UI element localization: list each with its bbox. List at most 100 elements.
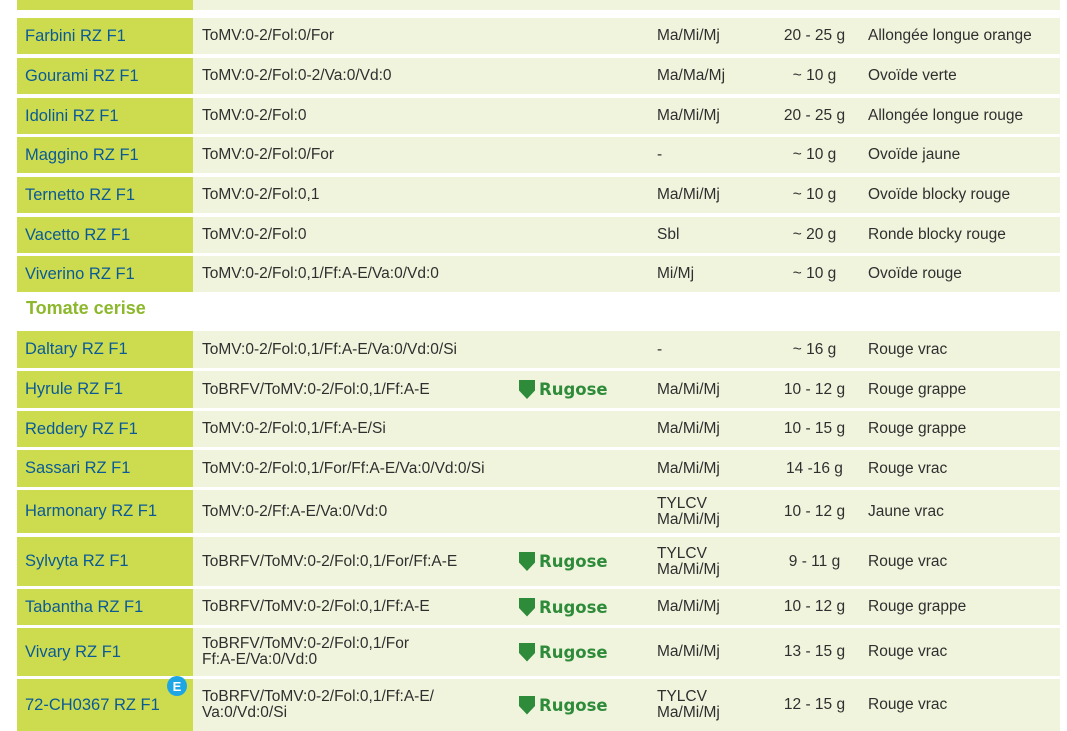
previous-row-name-cell — [17, 0, 193, 10]
rugose-badge: Rugose — [519, 679, 608, 731]
rugose-badge: Rugose — [519, 537, 608, 586]
resistance-code: ToMV:0-2/Fol:0,1/For/Ff:A-E/Va:0/Vd:0/Si — [202, 459, 485, 477]
fruit-type: Rouge vrac — [868, 643, 948, 660]
table-row: Farbini RZ F1 ToMV:0-2/Fol:0/For Ma/Mi/Mj 2… — [17, 18, 1060, 54]
ir-resistance: Sbl — [657, 226, 680, 243]
resistance-code: ToMV:0-2/Fol:0,1/Ff:A-E/Va:0/Vd:0/Si — [202, 340, 457, 358]
fruit-weight: ~ 20 g — [792, 226, 837, 243]
variety-name: Hyrule RZ F1 — [17, 371, 193, 408]
ir-resistance: TYLCV Ma/Mi/Mj — [657, 544, 720, 578]
table-row: Sassari RZ F1 ToMV:0-2/Fol:0,1/For/Ff:A-E… — [17, 450, 1060, 487]
fruit-weight: ~ 16 g — [792, 340, 837, 358]
ir-resistance: Ma/Mi/Mj — [657, 598, 720, 615]
resistance-code: ToBRFV/ToMV:0-2/Fol:0,1/For Ff:A-E/Va:0/… — [202, 635, 410, 668]
shield-icon — [519, 552, 535, 571]
resistance-code: ToMV:0-2/Fol:0/For — [202, 27, 335, 44]
resistance-code: ToMV:0-2/Ff:A-E/Va:0/Vd:0 — [202, 502, 388, 520]
fruit-weight: 20 - 25 g — [783, 107, 846, 124]
variety-name: Reddery RZ F1 — [17, 411, 193, 447]
fruit-type: Ovoïde verte — [868, 67, 957, 84]
rugose-badge: Rugose — [519, 371, 608, 408]
fruit-weight: 10 - 12 g — [783, 598, 846, 615]
fruit-type: Rouge grappe — [868, 380, 967, 398]
shield-icon — [519, 642, 535, 662]
fruit-weight: 10 - 15 g — [783, 420, 846, 437]
previous-row-strip — [17, 0, 1060, 10]
shield-icon — [519, 597, 535, 617]
e-marker-badge: E — [167, 676, 187, 696]
fruit-weight: 9 - 11 g — [788, 552, 841, 570]
table-row: Vacetto RZ F1 ToMV:0-2/Fol:0 Sbl ~ 20 g Rond… — [17, 217, 1060, 253]
section-title-tomate-cerise: Tomate cerise — [26, 298, 146, 318]
fruit-weight: ~ 10 g — [792, 186, 837, 203]
table-row: Hyrule RZ F1 ToBRFV/ToMV:0-2/Fol:0,1/Ff:A… — [17, 371, 1060, 408]
variety-name: Vacetto RZ F1 — [17, 217, 193, 253]
variety-name: Sassari RZ F1 — [17, 450, 193, 487]
rugose-badge: Rugose — [519, 628, 608, 676]
ir-resistance: TYLCV Ma/Mi/Mj — [657, 688, 720, 721]
ir-resistance: - — [657, 340, 663, 358]
fruit-weight: 14 -16 g — [786, 459, 843, 477]
variety-name: Ternetto RZ F1 — [17, 177, 193, 213]
resistance-code: ToBRFV/ToMV:0-2/Fol:0,1/Ff:A-E — [202, 380, 430, 398]
rugose-label: Rugose — [539, 695, 608, 715]
fruit-type: Rouge vrac — [868, 459, 948, 477]
fruit-type: Allongée longue orange — [868, 27, 1032, 44]
fruit-type: Jaune vrac — [868, 502, 944, 520]
table-row: Ternetto RZ F1 ToMV:0-2/Fol:0,1 Ma/Mi/Mj ~ … — [17, 177, 1060, 213]
ir-resistance: Ma/Ma/Mj — [657, 67, 726, 84]
fruit-type: Ovoïde jaune — [868, 146, 961, 163]
fruit-type: Rouge vrac — [868, 696, 948, 713]
rugose-label: Rugose — [539, 597, 608, 617]
table-row: Tabantha RZ F1 ToBRFV/ToMV:0-2/Fol:0,1/Ff… — [17, 589, 1060, 625]
resistance-code: ToMV:0-2/Fol:0,1/Ff:A-E/Va:0/Vd:0 — [202, 265, 439, 282]
resistance-code: ToMV:0-2/Fol:0,1/Ff:A-E/Si — [202, 420, 386, 437]
resistance-code: ToMV:0-2/Fol:0 — [202, 107, 307, 124]
fruit-type: Rouge vrac — [868, 340, 948, 358]
ir-resistance: Ma/Mi/Mj — [657, 643, 720, 660]
fruit-type: Ovoïde blocky rouge — [868, 186, 1011, 203]
fruit-weight: ~ 10 g — [792, 146, 837, 163]
fruit-weight: ~ 10 g — [792, 265, 837, 282]
fruit-type: Rouge vrac — [868, 552, 948, 570]
fruit-weight: 20 - 25 g — [783, 27, 846, 44]
fruit-weight: 10 - 12 g — [783, 502, 846, 520]
fruit-weight: ~ 10 g — [792, 67, 837, 84]
variety-name: Sylvyta RZ F1 — [17, 537, 193, 586]
rugose-label: Rugose — [539, 552, 608, 571]
rugose-label: Rugose — [539, 642, 608, 662]
ir-resistance: Mi/Mj — [657, 265, 695, 282]
ir-resistance: Ma/Mi/Mj — [657, 420, 720, 437]
ir-resistance: TYLCV Ma/Mi/Mj — [657, 494, 720, 528]
shield-icon — [519, 380, 535, 399]
fruit-type: Ronde blocky rouge — [868, 226, 1006, 243]
table-row: Daltary RZ F1 ToMV:0-2/Fol:0,1/Ff:A-E/Va:… — [17, 331, 1060, 368]
resistance-code: ToBRFV/ToMV:0-2/Fol:0,1/Ff:A-E/ Va:0/Vd:… — [202, 688, 434, 721]
resistance-code: ToMV:0-2/Fol:0/For — [202, 146, 335, 163]
variety-name: Viverino RZ F1 — [17, 256, 193, 292]
variety-name: Tabantha RZ F1 — [17, 589, 193, 625]
resistance-code: ToMV:0-2/Fol:0 — [202, 226, 307, 243]
ir-resistance: Ma/Mi/Mj — [657, 380, 720, 398]
variety-name: Vivary RZ F1 — [17, 628, 193, 676]
table-row: Idolini RZ F1 ToMV:0-2/Fol:0 Ma/Mi/Mj 20 - … — [17, 98, 1060, 134]
resistance-code: ToMV:0-2/Fol:0,1 — [202, 186, 320, 203]
variety-name: Harmonary RZ F1 — [17, 490, 193, 533]
fruit-weight: 13 - 15 g — [783, 643, 846, 660]
fruit-type: Allongée longue rouge — [868, 107, 1024, 124]
fruit-type: Rouge grappe — [868, 420, 967, 437]
rugose-label: Rugose — [539, 380, 608, 399]
resistance-code: ToBRFV/ToMV:0-2/Fol:0,1/Ff:A-E — [202, 598, 430, 615]
ir-resistance: Ma/Mi/Mj — [657, 107, 720, 124]
variety-name: Farbini RZ F1 — [17, 18, 193, 54]
fruit-weight: 12 - 15 g — [783, 696, 846, 713]
variety-name: Gourami RZ F1 — [17, 58, 193, 94]
rugose-badge: Rugose — [519, 589, 608, 625]
fruit-type: Rouge grappe — [868, 598, 967, 615]
ir-resistance: Ma/Mi/Mj — [657, 27, 720, 44]
ir-resistance: Ma/Mi/Mj — [657, 459, 720, 477]
ir-resistance: - — [657, 146, 663, 163]
variety-name: Daltary RZ F1 — [17, 331, 193, 368]
ir-resistance: Ma/Mi/Mj — [657, 186, 720, 203]
fruit-type: Ovoïde rouge — [868, 265, 962, 282]
